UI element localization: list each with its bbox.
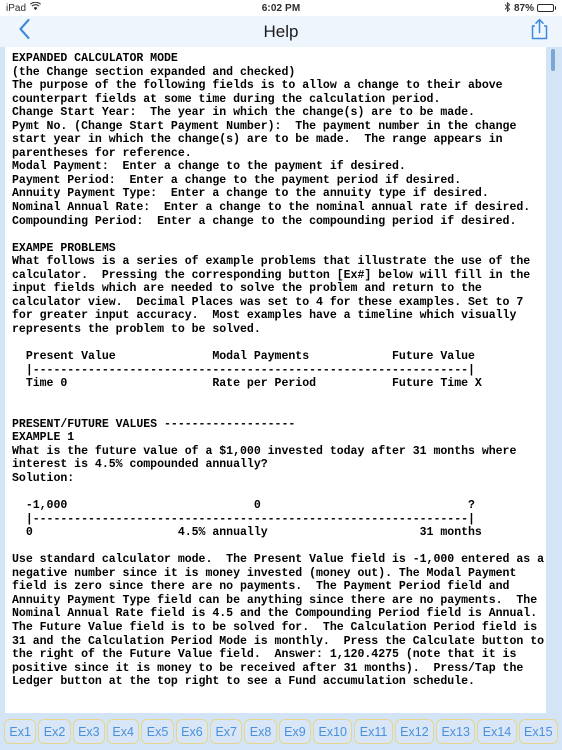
status-bar-clock: 6:02 PM <box>261 2 301 14</box>
example-button-5[interactable]: Ex5 <box>141 719 174 744</box>
back-button[interactable] <box>13 18 35 45</box>
page-title: Help <box>263 21 299 41</box>
example-button-6[interactable]: Ex6 <box>175 719 209 744</box>
example-button-8[interactable]: Ex8 <box>244 719 277 744</box>
example-button-10[interactable]: Ex10 <box>313 719 353 744</box>
example-button-14[interactable]: Ex14 <box>477 719 517 744</box>
scrollbar-thumb[interactable] <box>551 49 555 71</box>
example-button-2[interactable]: Ex2 <box>38 719 71 744</box>
status-bar: iPad 6:02 PM 87% <box>0 0 562 16</box>
share-icon <box>531 18 548 45</box>
example-button-12[interactable]: Ex12 <box>394 719 435 744</box>
help-content-area: EXPANDED CALCULATOR MODE (the Change sec… <box>0 47 562 713</box>
battery-percentage-label: 87% <box>513 2 534 14</box>
example-button-9[interactable]: Ex9 <box>278 719 312 744</box>
example-button-15[interactable]: Ex15 <box>518 719 558 744</box>
share-button[interactable] <box>528 18 550 45</box>
navigation-bar: Help <box>0 16 562 47</box>
example-button-3[interactable]: Ex3 <box>72 719 106 744</box>
chevron-left-icon <box>18 18 31 45</box>
example-button-4[interactable]: Ex4 <box>107 719 140 744</box>
bluetooth-icon <box>504 1 511 14</box>
example-button-7[interactable]: Ex7 <box>210 719 243 744</box>
example-button-13[interactable]: Ex13 <box>436 719 476 744</box>
battery-icon <box>537 4 556 12</box>
help-text-body[interactable]: EXPANDED CALCULATOR MODE (the Change sec… <box>5 47 546 713</box>
example-button-bar: Ex1 Ex2 Ex3 Ex4 Ex5 Ex6 Ex7 Ex8 Ex9 Ex10 Ex11 Ex12 E… <box>0 713 562 750</box>
example-button-11[interactable]: Ex11 <box>354 719 393 744</box>
example-button-1[interactable]: Ex1 <box>4 719 37 744</box>
status-bar-right: 87% <box>504 1 556 14</box>
